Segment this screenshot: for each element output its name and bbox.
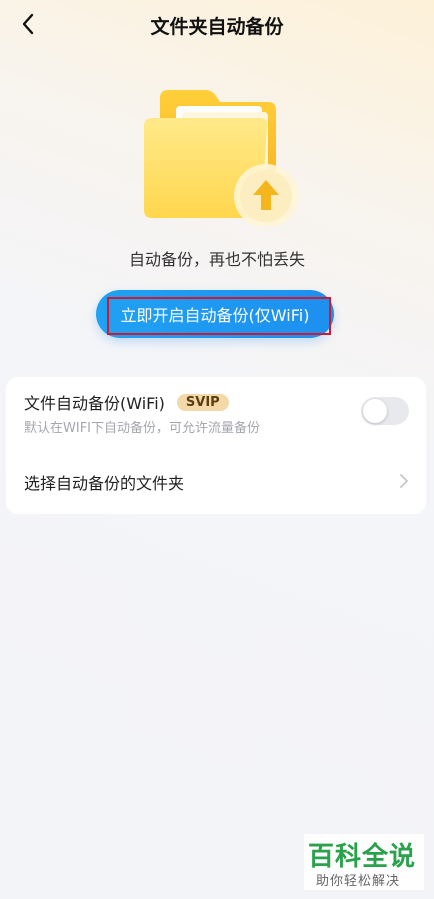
select-folder-row[interactable]: 选择自动备份的文件夹 [6,453,426,509]
watermark-logo: 百科全说 助你轻松解决 [304,834,424,890]
watermark-sub: 助你轻松解决 [316,874,401,889]
wifi-backup-toggle[interactable] [361,397,409,425]
select-folder-label: 选择自动备份的文件夹 [24,474,185,493]
page-title: 文件夹自动备份 [150,16,284,38]
hero-illustration [132,86,304,228]
enable-backup-button[interactable]: 立即开启自动备份(仅WiFi) [96,290,334,338]
settings-card: 文件自动备份(WiFi) SVIP 默认在WIFI下自动备份，可允许流量备份 选… [6,377,426,514]
folder-upload-icon [144,90,298,228]
enable-backup-label: 立即开启自动备份(仅WiFi) [120,306,310,325]
wifi-backup-subtitle: 默认在WIFI下自动备份，可允许流量备份 [24,421,260,436]
header-bar: 文件夹自动备份 [0,0,434,50]
svip-badge: SVIP [176,393,229,411]
wifi-backup-title: 文件自动备份(WiFi) [24,394,165,413]
toggle-knob [363,399,387,423]
wifi-backup-row: 文件自动备份(WiFi) SVIP [24,390,229,414]
watermark-main: 百科全说 [308,842,417,872]
tagline-text: 自动备份，再也不怕丢失 [128,250,305,269]
chevron-right-icon [400,474,408,488]
